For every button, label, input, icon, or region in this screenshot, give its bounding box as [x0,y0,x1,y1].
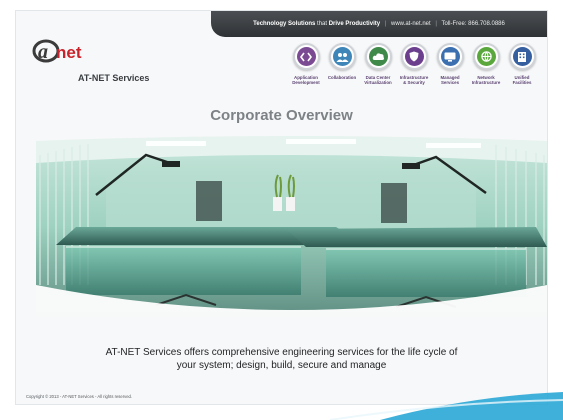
service-label: Application Development [292,75,320,86]
shield-icon [404,47,424,66]
tagline-bold: Drive Productivity [328,21,381,27]
service-label: Unified Facilities [512,75,532,86]
at-net-logo-mark: a net [32,39,82,63]
service-badge [508,43,536,70]
service-unified-facilities[interactable]: Unified Facilities [502,43,542,86]
service-badge [400,43,428,70]
header-bar: Technology Solutions that Drive Producti… [211,11,547,37]
service-label: Managed Services [440,75,460,86]
separator: | [435,21,437,27]
service-data-center-virtualization[interactable]: Data Center Virtualization [358,43,398,86]
caption-line: your system; design, build, secure and m… [176,360,387,371]
globe-icon [476,47,496,66]
brand-name: AT-NET Services [78,73,150,83]
service-badge [292,43,320,70]
service-badge [472,43,500,70]
people-icon [332,47,352,66]
slide: Technology Solutions that Drive Producti… [16,11,547,404]
service-label: Infrastructure & Security [399,75,429,86]
monitor-icon [440,47,460,66]
cloud-icon [368,47,388,66]
services-row: Application Development Collaboration Dat… [286,43,544,105]
description-text: AT-NET Services offers comprehensive eng… [56,346,507,372]
service-application-development[interactable]: Application Development [286,43,326,86]
service-badge [328,43,356,70]
phone-number: Toll-Free: 866.708.0886 [441,21,505,27]
caption-line: AT-NET Services offers comprehensive eng… [105,347,458,358]
service-collaboration[interactable]: Collaboration [322,43,362,80]
separator: | [384,21,387,27]
service-badge [364,43,392,70]
code-icon [296,47,316,66]
tagline-prefix: Technology Solutions [253,21,316,27]
office-photo [36,135,547,317]
service-managed-services[interactable]: Managed Services [430,43,470,86]
service-label: Collaboration [327,75,357,80]
logo-mark-text: net [56,43,82,62]
website-link[interactable]: www.at-net.net [391,21,431,27]
building-icon [512,47,532,66]
service-label: Network Infrastructure [471,75,501,86]
tagline-mid: that [315,21,329,27]
service-badge [436,43,464,70]
company-logo[interactable]: a net AT-NET Services [32,33,162,87]
service-network-infrastructure[interactable]: Network Infrastructure [466,43,506,86]
copyright-text: Copyright © 2013 - AT-NET Services - All… [26,394,133,399]
page-title: Corporate Overview [210,107,353,124]
service-label: Data Center Virtualization [364,75,392,86]
svg-text:a: a [38,41,48,63]
service-infrastructure-security[interactable]: Infrastructure & Security [394,43,434,86]
